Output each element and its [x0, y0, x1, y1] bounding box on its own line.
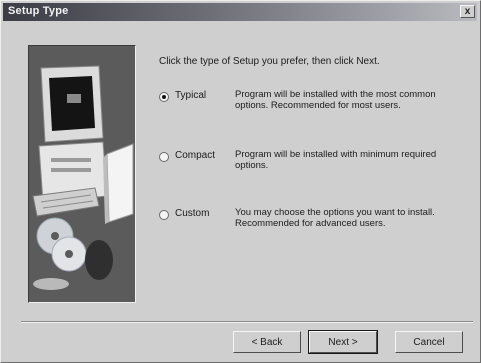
option-compact[interactable]: Compact Program will be installed with m… — [159, 149, 459, 185]
compact-description: Program will be installed with minimum r… — [235, 149, 437, 171]
custom-label[interactable]: Custom — [175, 208, 209, 219]
custom-radio[interactable] — [159, 210, 169, 220]
computer-illustration — [28, 45, 136, 303]
compact-radio[interactable] — [159, 152, 169, 162]
window-title: Setup Type — [8, 5, 69, 17]
setup-type-dialog: Setup Type x Click the type of Setup you… — [0, 0, 481, 363]
instruction-text: Click the type of Setup you prefer, then… — [159, 56, 380, 67]
close-icon: x — [464, 6, 471, 17]
cancel-button[interactable]: Cancel — [395, 331, 463, 353]
title-bar[interactable]: Setup Type x — [3, 3, 477, 21]
option-custom[interactable]: Custom You may choose the options you wa… — [159, 207, 459, 243]
computer-with-cds-icon — [29, 46, 135, 302]
next-button[interactable]: Next > — [308, 330, 378, 354]
typical-label[interactable]: Typical — [175, 90, 206, 101]
option-typical[interactable]: Typical Program will be installed with t… — [159, 89, 459, 125]
back-button[interactable]: < Back — [233, 331, 301, 353]
typical-description: Program will be installed with the most … — [235, 89, 436, 111]
close-button[interactable]: x — [460, 5, 475, 18]
compact-label[interactable]: Compact — [175, 150, 215, 161]
custom-description: You may choose the options you want to i… — [235, 207, 435, 229]
typical-radio[interactable] — [159, 92, 169, 102]
button-divider — [21, 321, 473, 323]
